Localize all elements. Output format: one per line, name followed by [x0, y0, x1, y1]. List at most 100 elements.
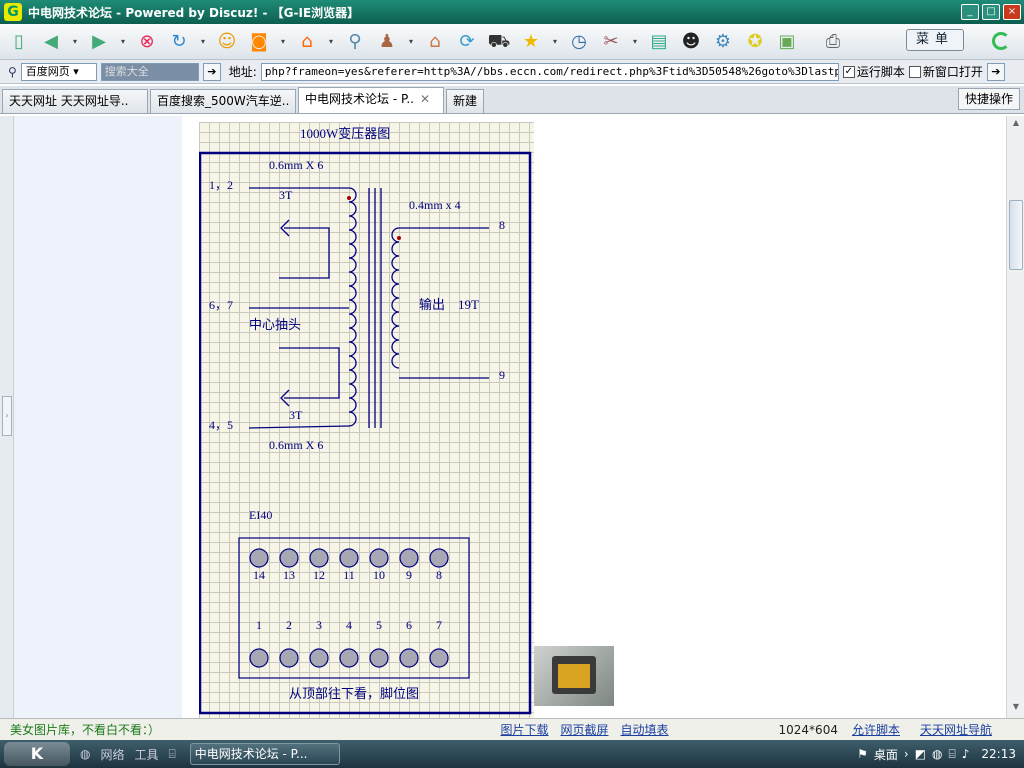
search-placeholder: 搜索大全 — [104, 64, 149, 78]
print-icon[interactable]: ⎙ — [820, 29, 846, 55]
top-pin — [279, 548, 299, 568]
tools-icon[interactable]: ✂ — [598, 29, 624, 55]
network-icon[interactable]: ⌸ — [169, 747, 176, 762]
bottom-pin-label: 7 — [436, 618, 442, 632]
desktop-label[interactable]: 桌面 — [874, 746, 898, 763]
refresh-circle-icon[interactable] — [992, 32, 1010, 50]
stop-icon[interactable]: ⊗ — [134, 29, 160, 55]
refresh-icon[interactable]: ↻ — [166, 29, 192, 55]
back-icon[interactable]: ◀ — [38, 29, 64, 55]
bottom-pin — [339, 648, 359, 668]
tray-ie-icon[interactable]: ◍ — [932, 747, 942, 761]
sync-icon[interactable]: ⟳ — [454, 29, 480, 55]
address-label: 地址: — [228, 65, 257, 79]
tab-close-icon[interactable]: ✕ — [420, 92, 430, 106]
panda-icon[interactable]: ☻ — [678, 29, 704, 55]
bottom-pin — [429, 648, 449, 668]
photo-bobbin — [558, 664, 590, 688]
status-promo-link[interactable]: 美女图片库，不看白不看：） — [10, 721, 500, 738]
minimize-button[interactable]: _ — [961, 4, 979, 20]
tray-app-icon[interactable]: ◩ — [915, 747, 926, 761]
allow-script-link[interactable]: 允许脚本 — [852, 721, 900, 738]
flag-icon[interactable]: ⚑ — [857, 747, 868, 761]
refresh-dropdown-icon[interactable]: ▾ — [198, 29, 208, 55]
forward-icon[interactable]: ▶ — [86, 29, 112, 55]
forward-dropdown-icon[interactable]: ▾ — [118, 29, 128, 55]
search-icon[interactable]: ⚲ — [342, 29, 368, 55]
tab-bar: 天天网址 天天网址导.. 百度搜索_500W汽车逆.. 中电网技术论坛 - P.… — [0, 86, 1024, 114]
quick-tools[interactable]: 工具 — [135, 746, 159, 763]
smiley-icon[interactable]: ☺ — [214, 29, 240, 55]
menu-button[interactable]: 菜单 — [906, 29, 964, 51]
tray-volume-icon[interactable]: ♪ — [962, 747, 970, 761]
task-eccn-forum[interactable]: 中电网技术论坛 - P... — [189, 743, 340, 765]
tray-expand-icon[interactable]: › — [904, 747, 909, 761]
home-alt-icon[interactable]: ⌂ — [294, 29, 320, 55]
quick-action-button[interactable]: 快捷操作 — [957, 88, 1020, 110]
new-window-check[interactable] — [908, 65, 921, 78]
tab-label: 百度搜索_500W汽车逆.. — [157, 94, 290, 108]
new-window-checkbox[interactable]: 新窗口打开 — [908, 63, 983, 80]
home-icon[interactable]: ⌂ — [422, 29, 448, 55]
favorites-dropdown-icon[interactable]: ▾ — [550, 29, 560, 55]
tray-network-icon[interactable]: ⌸ — [949, 747, 956, 762]
url-input[interactable]: php?frameon=yes&referer=http%3A//bbs.ecc… — [260, 62, 839, 81]
search-go-button[interactable]: ➔ — [202, 62, 221, 81]
run-script-checkbox[interactable]: ✓ 运行脚本 — [842, 63, 905, 80]
turns-bottom-label: 3T — [289, 408, 303, 422]
book-icon[interactable]: ▤ — [646, 29, 672, 55]
address-go-button[interactable]: ➔ — [986, 62, 1005, 81]
scroll-up-icon[interactable]: ▲ — [1010, 118, 1022, 130]
vertical-scrollbar[interactable]: ▲ ▼ — [1006, 116, 1024, 718]
bottom-pin-label: 6 — [406, 618, 412, 632]
tab-label: 天天网址 天天网址导.. — [9, 94, 129, 108]
scroll-thumb[interactable] — [1009, 200, 1023, 270]
bottom-pin — [399, 648, 419, 668]
turns-top-label: 3T — [279, 188, 293, 202]
diagram-title: 1000W变压器图 — [300, 126, 390, 141]
favorites-icon[interactable]: ★ — [518, 29, 544, 55]
new-page-icon[interactable]: ▯ — [6, 29, 32, 55]
back-dropdown-icon[interactable]: ▾ — [70, 29, 80, 55]
search-engine-value: 百度网页 — [25, 64, 70, 78]
primary-winding — [248, 187, 382, 429]
run-script-check[interactable]: ✓ — [842, 65, 855, 78]
search-input[interactable]: 搜索大全 — [100, 62, 199, 81]
history-icon[interactable]: ◷ — [566, 29, 592, 55]
transformer-photo[interactable] — [534, 646, 614, 706]
image-icon[interactable]: ▣ — [774, 29, 800, 55]
rss-dropdown-icon[interactable]: ▾ — [278, 29, 288, 55]
address-bar: ⚲ 百度网页 ▾ 搜索大全 ➔ 地址: php?frameon=yes&refe… — [0, 60, 1024, 84]
image-download-link[interactable]: 图片下载 — [500, 721, 548, 738]
tab-tiantian[interactable]: 天天网址 天天网址导.. — [2, 89, 148, 113]
top-pin — [369, 548, 389, 568]
quick-network[interactable]: 网络 — [100, 746, 124, 763]
ie-quicklaunch-icon[interactable]: ◍ — [80, 747, 90, 761]
top-pin-label: 13 — [283, 568, 295, 582]
user-icon[interactable]: ♟ — [374, 29, 400, 55]
tools-dropdown-icon[interactable]: ▾ — [630, 29, 640, 55]
cart-icon[interactable]: ⛟ — [486, 29, 512, 55]
tab-new[interactable]: 新建 — [446, 89, 485, 113]
autofill-link[interactable]: 自动填表 — [621, 721, 669, 738]
start-button[interactable]: K — [4, 742, 70, 766]
star-icon[interactable]: ✪ — [742, 29, 768, 55]
tab-eccn-forum[interactable]: 中电网技术论坛 - P.. ✕ — [298, 87, 444, 113]
expand-arrow-icon[interactable]: › — [2, 396, 12, 436]
tab-baidu[interactable]: 百度搜索_500W汽车逆.. — [150, 89, 296, 113]
nav-site-link[interactable]: 天天网址导航 — [920, 721, 992, 738]
bottom-pin-label: 3 — [316, 618, 322, 632]
close-button[interactable]: × — [1003, 4, 1021, 20]
home-alt-dropdown-icon[interactable]: ▾ — [326, 29, 336, 55]
user-dropdown-icon[interactable]: ▾ — [406, 29, 416, 55]
maximize-button[interactable]: □ — [982, 4, 1000, 20]
scroll-down-icon[interactable]: ▼ — [1010, 702, 1022, 714]
side-panel-toggle[interactable]: › — [0, 116, 14, 718]
screenshot-link[interactable]: 网页截屏 — [560, 721, 608, 738]
browser-logo-icon: G — [4, 3, 22, 21]
top-pin — [309, 548, 329, 568]
settings-icon[interactable]: ⚙ — [710, 29, 736, 55]
task-label: 中电网技术论坛 - P... — [194, 747, 308, 761]
search-engine-select[interactable]: 百度网页 ▾ — [20, 62, 97, 81]
rss-icon[interactable]: ◙ — [246, 29, 272, 55]
